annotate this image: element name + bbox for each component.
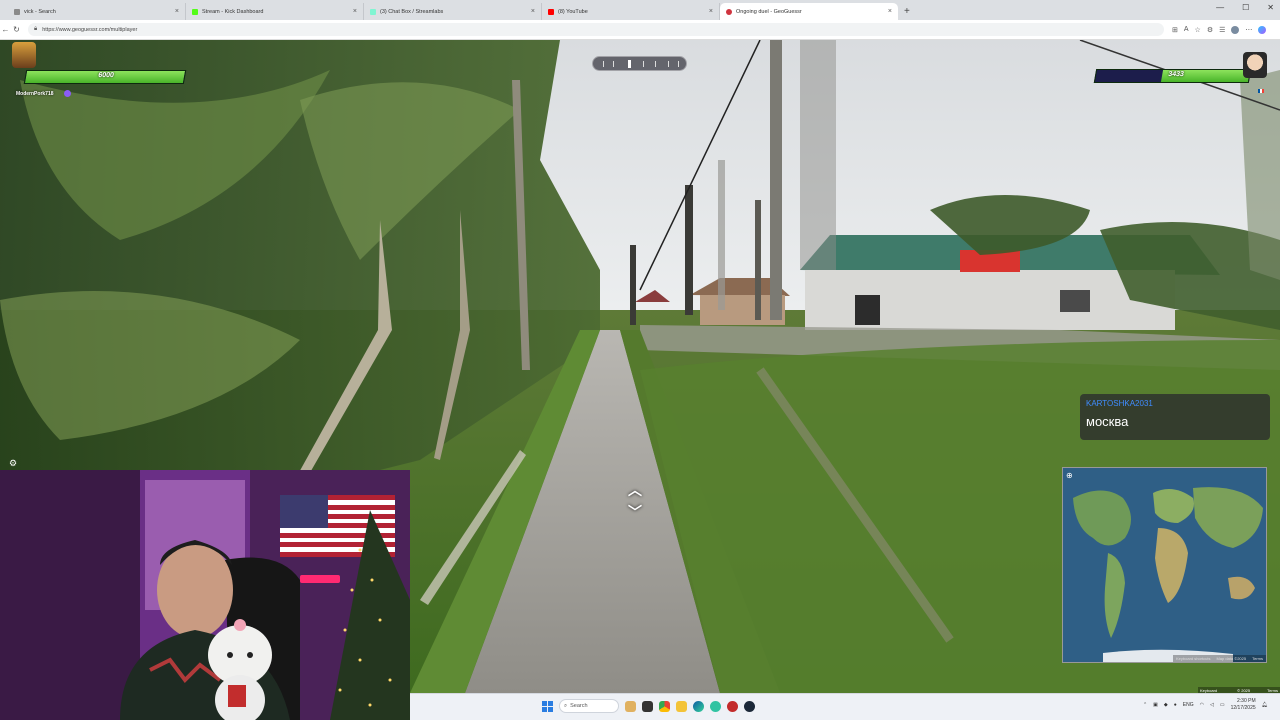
player-left-avatar <box>12 42 36 68</box>
close-window-icon[interactable]: ✕ <box>1267 3 1274 12</box>
copilot-icon[interactable] <box>1258 25 1267 34</box>
reload-icon[interactable]: ↻ <box>11 25 22 34</box>
map-expand-icon[interactable]: ⊕ <box>1066 471 1073 480</box>
tab-title: Stream - Kick Dashboard <box>202 8 264 15</box>
chrome-icon[interactable] <box>659 700 670 712</box>
windows-start-icon[interactable] <box>542 700 553 712</box>
search-icon: ⌕ <box>564 702 568 709</box>
tab-title: vick - Search <box>24 8 56 15</box>
player-left-health-bar: 6000 <box>23 70 187 84</box>
task-view-icon[interactable] <box>642 700 653 712</box>
map-terms-link[interactable]: Terms <box>1252 656 1263 661</box>
lock-icon: 🔒︎ <box>34 26 38 32</box>
tab-favicon-icon <box>726 8 732 15</box>
system-tray: ⌃ ▣ ◆ ● ENG ◠ ◁ ▭ 2:30 PM 12/17/2025 🔔︎ <box>1143 698 1268 712</box>
edge-icon[interactable] <box>693 700 704 712</box>
file-explorer-icon[interactable] <box>676 700 687 712</box>
map-shortcuts-link[interactable]: Keyboard shortcuts <box>1176 656 1210 661</box>
player-left-health-value: 6000 <box>97 72 115 79</box>
tab-close-icon[interactable]: × <box>888 8 892 15</box>
player-level-badge-icon <box>64 90 71 97</box>
steam-icon[interactable] <box>744 700 755 712</box>
more-menu-icon[interactable]: ⋯ <box>1245 26 1252 34</box>
tab-title: (3) Chat Box / Streamlabs <box>380 8 444 15</box>
windows-taskbar: ⌕ Search ⌃ ▣ ◆ ● ENG ◠ ◁ ▭ 2:30 PM 12/17… <box>410 693 1280 720</box>
tab-close-icon[interactable]: × <box>175 8 179 15</box>
wifi-icon[interactable]: ◠ <box>1200 702 1204 708</box>
player-right-health-bar: 3433 <box>1093 69 1252 83</box>
tab-title: Ongoing duel - GeoGuessr <box>736 8 802 15</box>
streamlabs-icon[interactable] <box>710 700 721 712</box>
language-indicator[interactable]: ENG <box>1183 702 1194 708</box>
map-footer: Keyboard shortcuts Map data ©2025 Terms <box>1173 655 1266 662</box>
taskbar-search-label: Search <box>570 703 588 709</box>
compass <box>592 56 687 71</box>
browser-tab[interactable]: (8) YouTube × <box>542 3 720 20</box>
address-bar-row: ← ↻ 🔒︎ https://www.geoguessr.com/multipl… <box>0 20 1280 40</box>
browser-tab[interactable]: vick - Search × <box>8 3 186 20</box>
taskbar-clock[interactable]: 2:30 PM 12/17/2025 <box>1231 698 1256 712</box>
browser-tab[interactable]: Stream - Kick Dashboard × <box>186 3 364 20</box>
world-map-graphic <box>1063 468 1266 662</box>
maximize-icon[interactable]: ☐ <box>1242 3 1249 12</box>
chat-username: KARTOSHKA2031 <box>1086 399 1153 408</box>
notifications-icon[interactable]: 🔔︎ <box>1262 702 1268 708</box>
window-controls: — ☐ ✕ <box>1216 3 1274 12</box>
tab-favicon-icon <box>192 8 198 15</box>
tab-title: (8) YouTube <box>558 8 588 15</box>
player-right-avatar <box>1243 52 1267 78</box>
widgets-icon[interactable] <box>625 700 636 712</box>
url-field[interactable]: 🔒︎ https://www.geoguessr.com/multiplayer <box>28 23 1164 36</box>
profile-avatar-icon[interactable] <box>1231 25 1240 34</box>
browser-tab-bar: vick - Search × Stream - Kick Dashboard … <box>0 0 1280 20</box>
map-data-credit: Map data ©2025 <box>1216 656 1247 661</box>
install-icon[interactable]: ⊞ <box>1172 26 1178 34</box>
taskbar-apps: ⌕ Search <box>542 699 755 713</box>
volume-icon[interactable]: ◁ <box>1210 702 1214 708</box>
extensions-icon[interactable]: ⚙ <box>1207 26 1213 34</box>
settings-gear-icon[interactable]: ⚙ <box>9 458 17 469</box>
country-flag-icon <box>1258 89 1264 93</box>
back-arrow-icon[interactable]: ← <box>0 25 11 34</box>
tab-close-icon[interactable]: × <box>531 8 535 15</box>
tab-favicon-icon <box>370 8 376 15</box>
taskbar-search[interactable]: ⌕ Search <box>559 699 619 713</box>
clock-date: 12/17/2025 <box>1230 705 1256 711</box>
guess-map[interactable]: ⊕ Keyboard shortcuts Map data ©2025 Term… <box>1062 467 1267 663</box>
tab-close-icon[interactable]: × <box>353 8 357 15</box>
tray-app-icon[interactable]: ▣ <box>1153 702 1158 708</box>
compass-north-marker <box>628 60 631 68</box>
player-right-health-value: 3433 <box>1167 71 1185 78</box>
tab-favicon-icon <box>14 8 20 15</box>
new-tab-button[interactable]: + <box>898 3 916 20</box>
battery-icon[interactable]: ▭ <box>1220 702 1225 708</box>
minimize-icon[interactable]: — <box>1216 3 1224 12</box>
tray-chevron-icon[interactable]: ⌃ <box>1143 702 1147 708</box>
browser-toolbar: ⊞ A ☆ ⚙ ☰ ⋯ <box>1172 25 1267 34</box>
browser-tab-active[interactable]: Ongoing duel - GeoGuessr × <box>720 3 898 20</box>
read-aloud-icon[interactable]: A <box>1184 26 1189 33</box>
favorite-star-icon[interactable]: ☆ <box>1195 26 1201 34</box>
chat-message: москва <box>1086 414 1129 429</box>
webcam-overlay <box>0 470 410 720</box>
tray-app-icon[interactable]: ● <box>1174 702 1177 708</box>
move-forward-arrow-icon[interactable]: ︿ <box>628 480 642 500</box>
webcam-scene <box>0 470 410 720</box>
obs-icon[interactable] <box>727 700 738 712</box>
clock-time: 2:30 PM <box>1237 698 1256 704</box>
tab-favicon-icon <box>548 8 554 15</box>
url-text: https://www.geoguessr.com/multiplayer <box>42 26 138 33</box>
tray-app-icon[interactable]: ◆ <box>1164 702 1168 708</box>
browser-tab[interactable]: (3) Chat Box / Streamlabs × <box>364 3 542 20</box>
move-back-arrow-icon[interactable]: ﹀ <box>628 502 642 522</box>
favorites-icon[interactable]: ☰ <box>1219 26 1225 34</box>
tab-close-icon[interactable]: × <box>709 8 713 15</box>
stream-chat-overlay: KARTOSHKA2031 москва <box>1080 394 1270 440</box>
player-left-name: ModernPork718 <box>16 91 54 97</box>
